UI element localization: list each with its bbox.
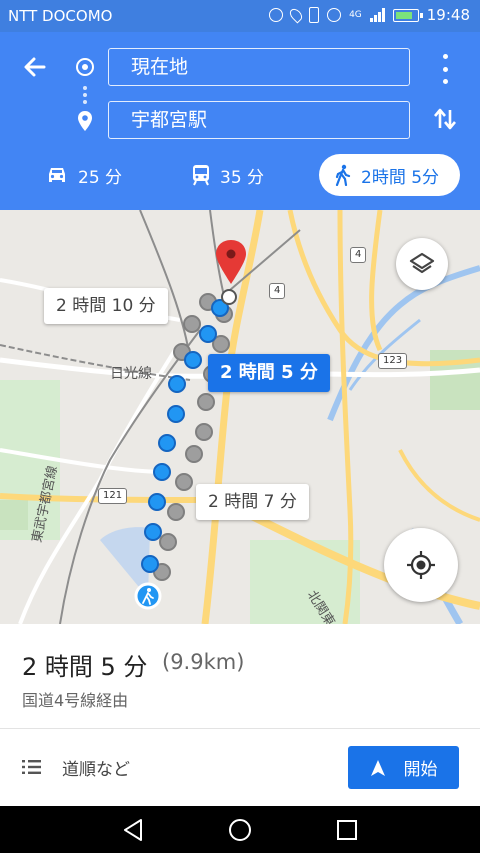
alarm-icon (327, 8, 342, 22)
mode-walk[interactable]: 2時間 5分 (319, 154, 460, 196)
route-via: 国道4号線経由 (22, 691, 129, 710)
layers-icon (409, 252, 435, 274)
swap-icon[interactable] (432, 106, 458, 132)
mode-transit-time: 35 分 (220, 167, 265, 188)
list-icon (22, 760, 41, 774)
start-button[interactable]: 開始 (348, 746, 459, 789)
status-icons: 4G 19:48 (269, 6, 470, 24)
road-badge: 121 (98, 488, 128, 504)
navigation-arrow-icon (370, 759, 385, 776)
my-location-button[interactable] (384, 528, 458, 602)
steps-label: 道順など (62, 759, 130, 780)
selected-route-time-label[interactable]: 2 時間 5 分 (208, 354, 330, 392)
route-distance: (9.9km) (162, 650, 245, 674)
carrier-name: NTT DOCOMO (8, 7, 113, 25)
route-summary-sheet[interactable]: 2 時間 5 分 (9.9km) 国道4号線経由 道順など 開始 (0, 624, 480, 806)
layers-button[interactable] (396, 238, 448, 290)
more-options-icon[interactable] (436, 54, 454, 84)
road-badge: 123 (378, 353, 408, 369)
origin-input[interactable]: 現在地 (108, 48, 410, 86)
clock: 19:48 (426, 6, 470, 24)
road-badge: 4 (350, 247, 367, 263)
destination-pin-icon (78, 111, 92, 131)
divider (0, 728, 480, 729)
alt-route-time-label[interactable]: 2 時間 10 分 (44, 288, 168, 324)
origin-dot-icon (76, 58, 94, 76)
steps-button[interactable]: 道順など (22, 750, 130, 784)
mode-car-time: 25 分 (78, 167, 123, 188)
mode-transit[interactable]: 35 分 (192, 154, 264, 196)
vibrate-icon (309, 7, 320, 23)
destination-dot-icon (221, 289, 237, 305)
route-connector-icon (83, 86, 87, 104)
home-circle-icon[interactable] (227, 817, 253, 843)
map-label-rail: 日光線 (110, 366, 152, 382)
system-nav-bar (0, 806, 480, 853)
signal-icon (369, 8, 385, 22)
location-icon (287, 6, 305, 24)
walk-icon (335, 164, 351, 186)
train-icon (193, 165, 209, 186)
map-view[interactable]: 4 4 123 121 日光線 東武宇都宮線 北関東自動車道 2 時間 10 分… (0, 210, 480, 624)
nfc-icon (269, 8, 284, 22)
network-type: 4G (349, 10, 362, 20)
mode-walk-time: 2時間 5分 (361, 167, 440, 188)
battery-icon (392, 8, 423, 22)
crosshair-icon (407, 551, 435, 579)
status-bar: NTT DOCOMO 4G 19:48 (0, 0, 480, 32)
back-arrow-icon[interactable] (18, 50, 52, 84)
destination-input[interactable]: 宇都宮駅 (108, 101, 410, 139)
car-icon (49, 168, 65, 182)
start-label: 開始 (403, 760, 438, 780)
current-location-icon[interactable] (134, 582, 162, 610)
road-badge: 4 (269, 283, 286, 299)
mode-car[interactable]: 25 分 (46, 154, 122, 196)
route-duration: 2 時間 5 分 (22, 653, 148, 681)
recents-square-icon[interactable] (334, 817, 360, 843)
back-triangle-icon[interactable] (120, 817, 146, 843)
alt-route-time-label[interactable]: 2 時間 7 分 (196, 484, 309, 520)
directions-header: 現在地 宇都宮駅 25 分 35 分 2時間 5分 (0, 32, 480, 210)
